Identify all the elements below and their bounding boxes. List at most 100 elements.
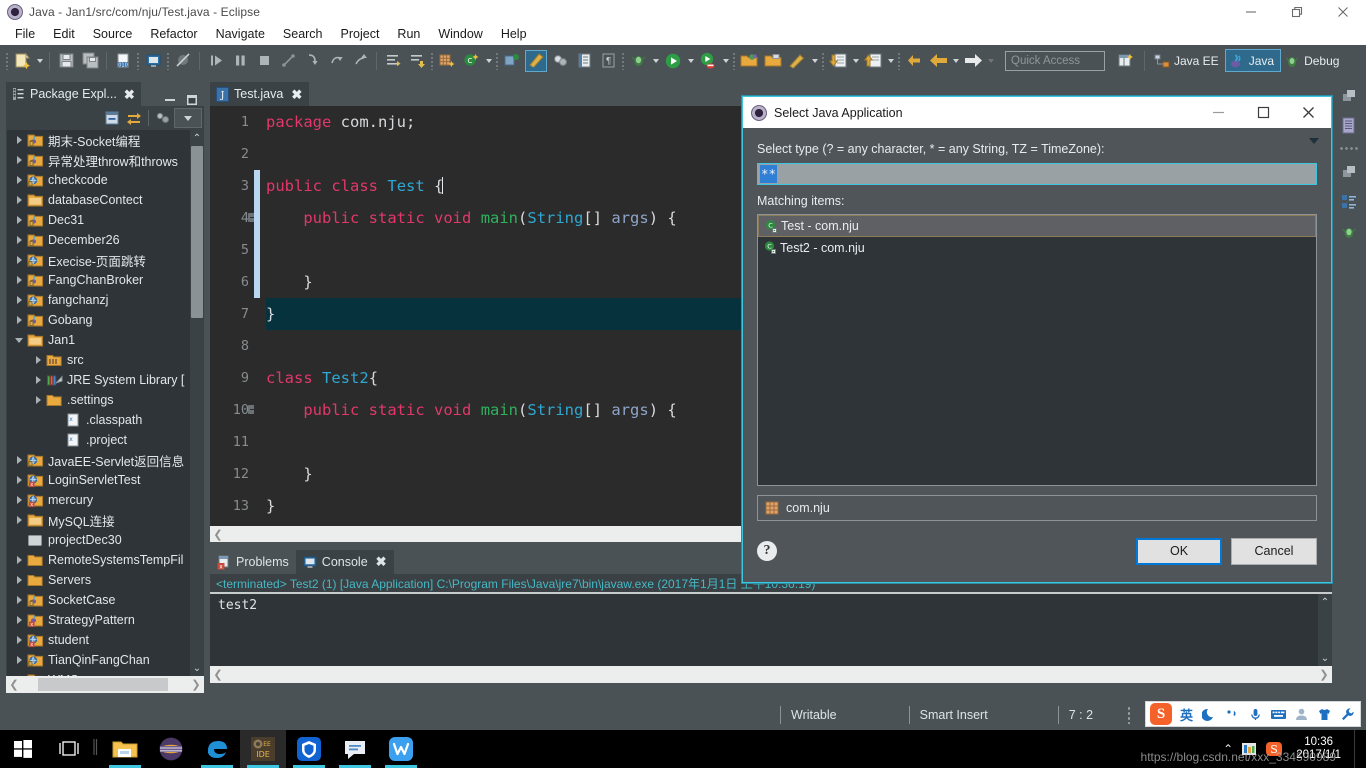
paragraph-icon[interactable]: ¶ <box>597 50 619 72</box>
tree-item-fangchanzj[interactable]: fangchanzj <box>7 290 189 310</box>
menu-edit[interactable]: Edit <box>44 25 84 43</box>
new-java-project-icon[interactable] <box>501 50 523 72</box>
disconnect-icon[interactable] <box>277 50 299 72</box>
tree-item--project[interactable]: x .project <box>7 430 189 450</box>
forward-icon[interactable] <box>962 50 984 72</box>
expand-arrow-icon[interactable] <box>11 310 27 330</box>
tree-hscroll-thumb[interactable] <box>38 678 168 691</box>
expand-arrow-icon[interactable] <box>11 270 27 290</box>
cancel-button[interactable]: Cancel <box>1231 537 1317 565</box>
tree-horizontal-scrollbar[interactable]: ❮ ❯ <box>6 676 204 693</box>
jmp-ide-button[interactable]: EE IDE <box>240 730 286 768</box>
previous-annotation-icon[interactable] <box>406 50 428 72</box>
tools-icon[interactable] <box>1339 704 1356 724</box>
new-wizard-icon[interactable] <box>11 50 33 72</box>
expand-arrow-icon[interactable] <box>11 470 27 490</box>
expand-arrow-icon[interactable] <box>11 450 27 470</box>
open-type-icon[interactable] <box>549 50 571 72</box>
tree-item-loginservlettest[interactable]: x LoginServletTest <box>7 470 189 490</box>
tree-item-jre-system-library-[interactable]: JRE System Library [ <box>7 370 189 390</box>
tree-item-src[interactable]: src <box>7 350 189 370</box>
comma-icon[interactable] <box>1224 704 1241 724</box>
expand-arrow-icon[interactable] <box>11 650 27 670</box>
expand-arrow-icon[interactable] <box>11 210 27 230</box>
tree-item--settings[interactable]: .settings <box>7 390 189 410</box>
perspective-java-ee[interactable]: Java EE <box>1151 49 1225 72</box>
resume-icon[interactable] <box>205 50 227 72</box>
matching-items-list[interactable]: C Test - com.nju C Test2 - com.nju <box>757 214 1317 486</box>
expand-arrow-icon[interactable] <box>11 130 27 150</box>
sogou-logo-icon[interactable]: S <box>1150 703 1172 725</box>
expand-arrow-icon[interactable] <box>30 390 46 410</box>
menu-project[interactable]: Project <box>332 25 389 43</box>
user-icon[interactable] <box>1293 704 1310 724</box>
view-menu-icon[interactable] <box>152 108 174 128</box>
tree-item-异常处理throw和throws[interactable]: 异常处理throw和throws <box>7 150 189 170</box>
outline-view-icon[interactable] <box>1339 116 1359 136</box>
view-dropdown-icon[interactable] <box>174 108 202 128</box>
minimize-button[interactable] <box>1228 0 1274 23</box>
menu-navigate[interactable]: Navigate <box>207 25 274 43</box>
debug-run-icon[interactable] <box>627 50 649 72</box>
toolbar-drag-handle-6[interactable] <box>621 51 625 70</box>
new-package-icon[interactable] <box>436 50 458 72</box>
expand-arrow-icon[interactable] <box>11 610 27 630</box>
scroll-down-icon[interactable]: ⌄ <box>1318 650 1332 666</box>
expand-arrow-icon[interactable] <box>11 490 27 510</box>
scroll-down-icon[interactable]: ⌄ <box>190 660 204 676</box>
file-explorer-button[interactable] <box>102 730 148 768</box>
wps-button[interactable] <box>378 730 424 768</box>
console-vertical-scrollbar[interactable]: ⌃ ⌄ <box>1318 594 1332 666</box>
taskbar-clock[interactable]: 10:36 2017/1/1 <box>1290 736 1347 762</box>
matching-item[interactable]: C Test - com.nju <box>758 215 1316 237</box>
sogou-tray-icon[interactable]: S <box>1265 740 1283 758</box>
tree-item--classpath[interactable]: x .classpath <box>7 410 189 430</box>
step-return-icon[interactable] <box>349 50 371 72</box>
collapse-all-icon[interactable] <box>101 108 123 128</box>
save-all-icon[interactable] <box>79 50 101 72</box>
tree-item-dec31[interactable]: Dec31 <box>7 210 189 230</box>
quick-access-input[interactable]: Quick Access <box>1005 50 1105 71</box>
menu-help[interactable]: Help <box>492 25 536 43</box>
collapse-arrow-icon[interactable] <box>11 330 27 350</box>
expand-arrow-icon[interactable] <box>11 570 27 590</box>
dialog-close-button[interactable] <box>1286 97 1331 128</box>
close-icon[interactable]: ✖ <box>376 554 387 570</box>
edit-pencil-icon[interactable] <box>786 50 808 72</box>
menu-window[interactable]: Window <box>429 25 491 43</box>
expand-arrow-icon[interactable] <box>30 350 46 370</box>
terminate-icon[interactable] <box>253 50 275 72</box>
menu-refactor[interactable]: Refactor <box>141 25 206 43</box>
restore-view-icon-2[interactable] <box>1339 162 1359 182</box>
tab-package-explorer[interactable]: Package Expl... ✖ <box>6 80 141 106</box>
expand-arrow-icon[interactable] <box>11 170 27 190</box>
tree-item-javaee-servlet返回信息[interactable]: JavaEE-Servlet返回信息 <box>7 450 189 470</box>
tree-item-student[interactable]: x student <box>7 630 189 650</box>
toolbar-drag-handle-5[interactable] <box>495 51 499 70</box>
export-icon[interactable] <box>862 50 884 72</box>
tab-console[interactable]: Console ✖ <box>295 548 394 574</box>
skip-breakpoints-icon[interactable] <box>172 50 194 72</box>
tree-item-databasecontect[interactable]: databaseContect <box>7 190 189 210</box>
run-icon[interactable] <box>662 50 684 72</box>
import-dropdown-icon[interactable] <box>850 50 861 72</box>
expand-arrow-icon[interactable] <box>30 370 46 390</box>
edit-dropdown-icon[interactable] <box>809 50 820 72</box>
close-icon[interactable]: ✖ <box>124 88 135 101</box>
help-icon[interactable]: ? <box>757 541 777 561</box>
console-horizontal-scrollbar[interactable]: ❮ ❯ <box>210 666 1332 683</box>
expand-arrow-icon[interactable] <box>11 290 27 310</box>
tree-item-servers[interactable]: Servers <box>7 570 189 590</box>
import-icon[interactable] <box>827 50 849 72</box>
keyboard-icon[interactable] <box>1270 704 1287 724</box>
expand-arrow-icon[interactable] <box>11 190 27 210</box>
back-dropdown-icon[interactable] <box>950 50 961 72</box>
external-tools-dropdown-icon[interactable] <box>720 50 731 72</box>
chevron-down-icon[interactable] <box>1309 138 1319 144</box>
toolbar-drag-handle-8[interactable] <box>821 51 825 70</box>
suspend-icon[interactable] <box>229 50 251 72</box>
menu-file[interactable]: File <box>6 25 44 43</box>
scroll-up-icon[interactable]: ⌃ <box>190 130 204 146</box>
scroll-left-icon[interactable]: ❮ <box>210 668 226 681</box>
console-output-area[interactable]: test2 ⌃ ⌄ <box>210 594 1332 666</box>
